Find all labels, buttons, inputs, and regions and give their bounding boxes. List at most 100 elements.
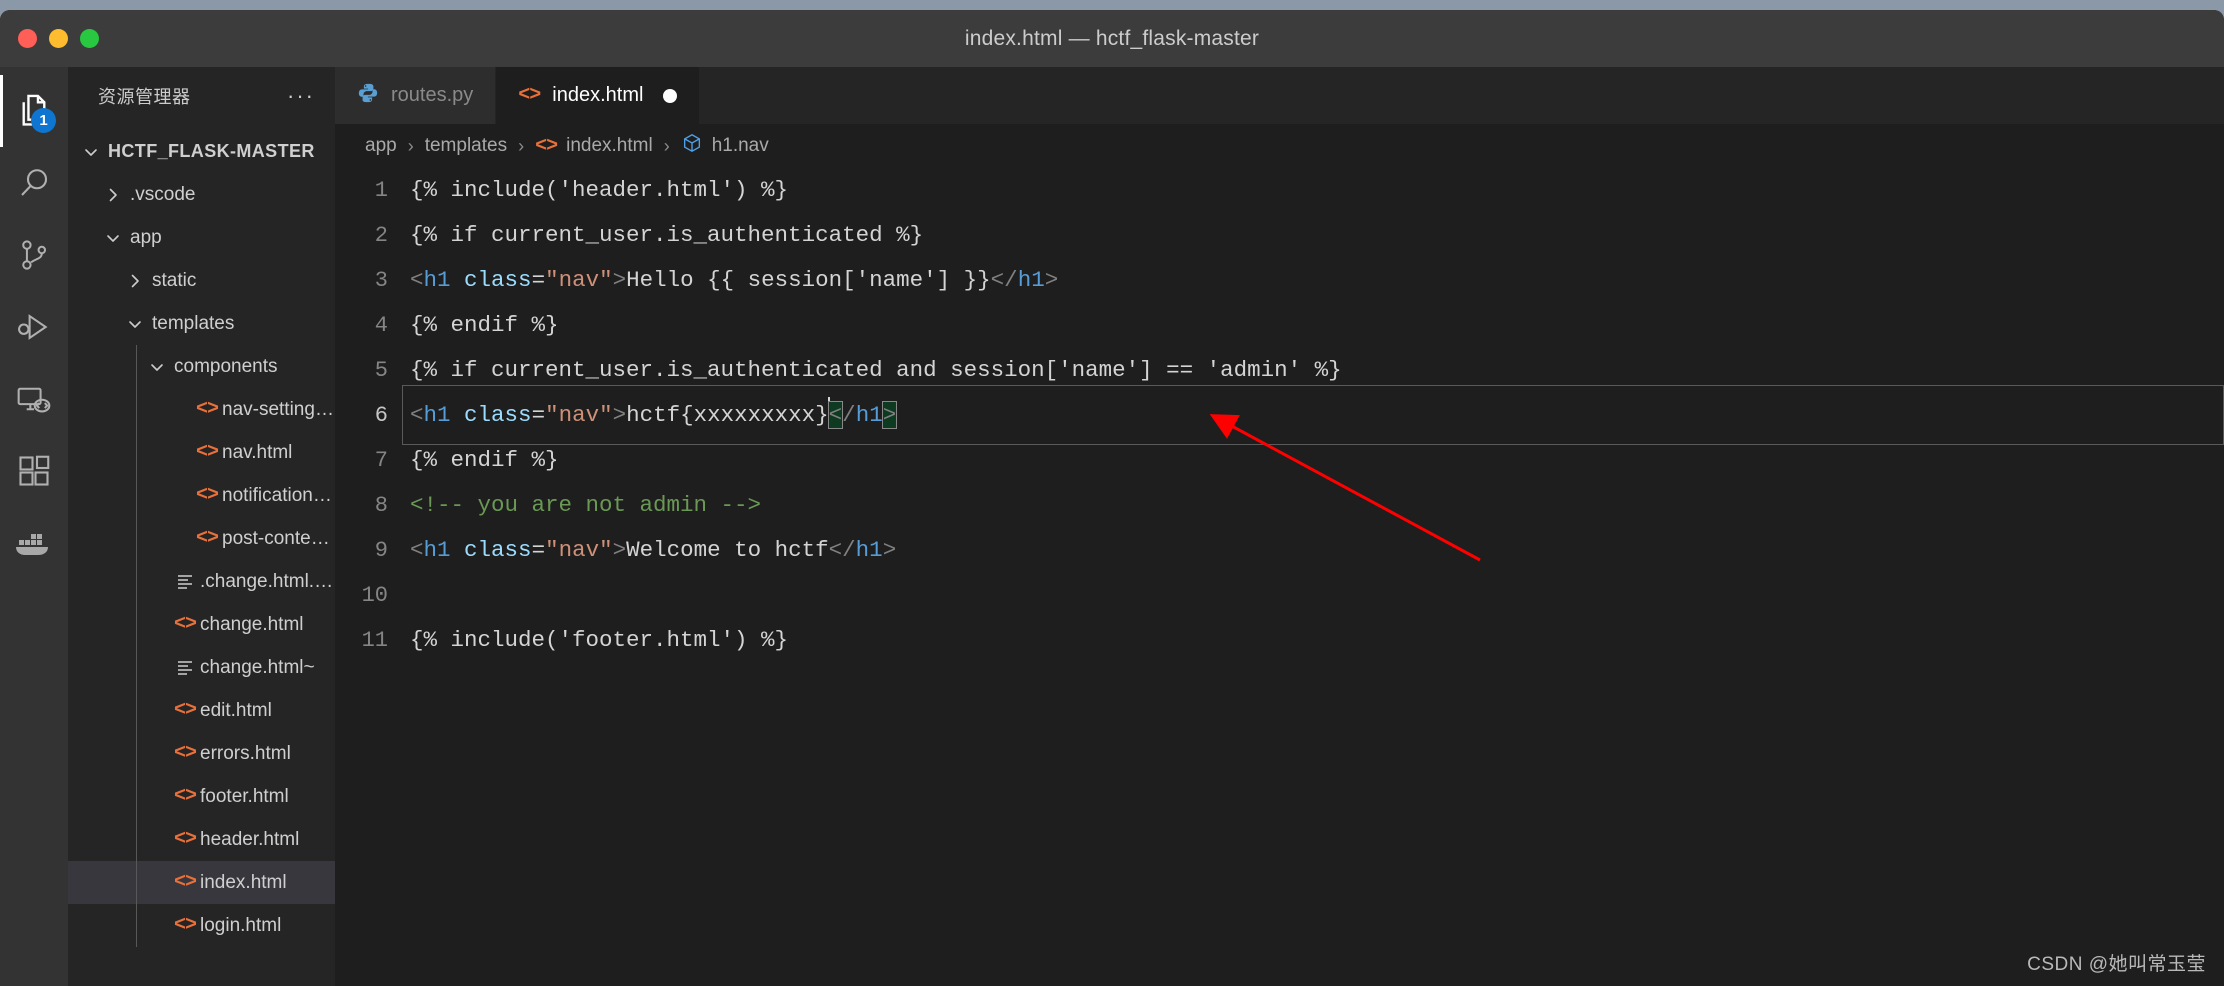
tree-file-item[interactable]: <> footer.html (68, 775, 335, 818)
tree-file-item[interactable]: <> index.html (68, 861, 335, 904)
activity-bar: 1 (0, 67, 68, 986)
tree-folder-item[interactable]: app (68, 216, 335, 259)
tree-file-item[interactable]: <> header.html (68, 818, 335, 861)
chevron-down-icon[interactable] (144, 358, 170, 376)
code-editor[interactable]: 1 {% include('header.html') %} 2 {% if curr… (335, 168, 2224, 986)
line-number: 6 (374, 403, 388, 428)
watermark: CSDN @她叫常玉莹 (2027, 954, 2206, 975)
line-number: 9 (374, 538, 388, 563)
code-token: class (464, 402, 532, 428)
code-token: class (464, 267, 532, 293)
tree-file-item[interactable]: <>nav-setting.html (68, 388, 335, 431)
zoom-window-button[interactable] (80, 29, 99, 48)
activity-item-run-and-debug[interactable] (0, 291, 68, 363)
tree-item-label: change.html~ (200, 656, 315, 678)
breadcrumb-item-label: h1.nav (711, 135, 769, 156)
chevron-down-icon[interactable] (78, 143, 104, 161)
tree-item-label: nav-setting.html (222, 398, 335, 420)
file-icon-wrapper: <> (192, 441, 222, 464)
unsaved-changes-indicator[interactable] (663, 88, 678, 103)
line-number: 3 (374, 268, 388, 293)
html-icon: <> (518, 84, 541, 107)
code-line[interactable]: 3 <h1 class="nav">Hello {{ session['name'… (335, 258, 2224, 303)
tree-folder-item[interactable]: static (68, 259, 335, 302)
file-icon-wrapper: <> (170, 914, 200, 937)
code-line[interactable]: 1 {% include('header.html') %} (335, 168, 2224, 213)
code-line[interactable]: 2 {% if current_user.is_authenticated %} (335, 213, 2224, 258)
breadcrumb-item[interactable]: <> index.html (535, 135, 653, 158)
activity-item-docker[interactable] (0, 507, 68, 579)
code-line-text: <!-- you are not admin --> (410, 483, 2224, 528)
minimize-window-button[interactable] (49, 29, 68, 48)
code-line[interactable]: 9 <h1 class="nav">Welcome to hctf</h1> (335, 528, 2224, 573)
chevron-down-icon[interactable] (122, 315, 148, 333)
tree-item-label: .change.html.un~ (200, 570, 335, 592)
tree-indent-guide (136, 474, 137, 517)
breadcrumb[interactable]: app › templates › <> index.html › h1.nav (335, 124, 2224, 168)
window-controls (18, 29, 99, 48)
breadcrumb-item[interactable]: app (365, 135, 397, 157)
close-window-button[interactable] (18, 29, 37, 48)
sidebar-more-actions-button[interactable]: ··· (287, 84, 315, 106)
editor-tab[interactable]: routes.py (335, 67, 497, 124)
tree-file-item[interactable]: <>notification.html (68, 474, 335, 517)
tree-file-item[interactable]: <> edit.html (68, 689, 335, 732)
tree-file-item[interactable]: <> change.html (68, 603, 335, 646)
activity-item-extensions[interactable] (0, 435, 68, 507)
chevron-down-icon[interactable] (100, 229, 126, 247)
editor-tab[interactable]: <> index.html (496, 67, 701, 124)
tree-indent-guide (136, 732, 137, 775)
tree-folder-item[interactable]: templates (68, 302, 335, 345)
tree-folder-item[interactable]: .vscode (68, 173, 335, 216)
chevron-right-icon[interactable] (100, 186, 126, 204)
code-line[interactable]: 5 {% if current_user.is_authenticated and… (335, 348, 2224, 393)
chevron-right-icon[interactable] (122, 272, 148, 290)
code-token: h1 (855, 537, 883, 563)
activity-item-remote-explorer[interactable] (0, 363, 68, 435)
code-line-text: {% endif %} (410, 303, 2224, 348)
line-number: 10 (361, 583, 388, 608)
docker-whale-icon (14, 527, 54, 559)
activity-item-search[interactable] (0, 147, 68, 219)
code-token: = (531, 267, 546, 293)
tree-item-label: notification.html (222, 484, 335, 506)
tree-item-label: templates (152, 312, 235, 334)
tree-root-item[interactable]: HCTF_FLASK-MASTER (68, 130, 335, 173)
tree-item-label: footer.html (200, 785, 289, 807)
file-icon-wrapper: <> (170, 699, 200, 722)
html-icon: <> (173, 742, 197, 765)
code-token: {% if current_user.is_authenticated and … (410, 357, 1342, 383)
file-tree[interactable]: HCTF_FLASK-MASTER .vscode app static templat… (68, 124, 335, 986)
tree-file-item[interactable]: <>post-content.html (68, 517, 335, 560)
code-line[interactable]: 10 (335, 573, 2224, 618)
file-icon-wrapper: <> (192, 398, 222, 421)
activity-item-explorer[interactable]: 1 (0, 75, 68, 147)
code-token: {% include('header.html') %} (410, 177, 789, 203)
tree-file-item[interactable]: change.html~ (68, 646, 335, 689)
code-token: = (531, 537, 546, 563)
activity-item-source-control[interactable] (0, 219, 68, 291)
code-line[interactable]: 8 <!-- you are not admin --> (335, 483, 2224, 528)
code-token: < (410, 267, 424, 293)
tree-file-item[interactable]: .change.html.un~ (68, 560, 335, 603)
editor-tab-bar[interactable]: routes.py <> index.html (335, 67, 2224, 124)
tree-file-item[interactable]: <> errors.html (68, 732, 335, 775)
tree-file-item[interactable]: <> nav.html (68, 431, 335, 474)
breadcrumb-item[interactable]: templates (425, 135, 507, 157)
line-number: 8 (374, 493, 388, 518)
tree-folder-item[interactable]: components (68, 345, 335, 388)
file-icon-wrapper: <> (192, 484, 222, 507)
text-file-icon (175, 658, 195, 678)
breadcrumb-item-label: app (365, 135, 397, 156)
tree-item-label: .vscode (130, 183, 196, 205)
code-line[interactable]: 7 {% endif %} (335, 438, 2224, 483)
code-token: > (1044, 267, 1059, 293)
code-line-text: {% if current_user.is_authenticated and … (410, 348, 2224, 393)
code-line[interactable]: 11 {% include('footer.html') %} (335, 618, 2224, 663)
code-token: hctf{xxxxxxxxx} (626, 402, 829, 428)
code-line[interactable]: 4 {% endif %} (335, 303, 2224, 348)
code-line[interactable]: 6 <h1 class="nav">hctf{xxxxxxxxx}</h1> (335, 385, 2224, 445)
explorer-badge: 1 (31, 108, 56, 133)
tree-file-item[interactable]: <> login.html (68, 904, 335, 947)
breadcrumb-item[interactable]: h1.nav (681, 132, 769, 160)
